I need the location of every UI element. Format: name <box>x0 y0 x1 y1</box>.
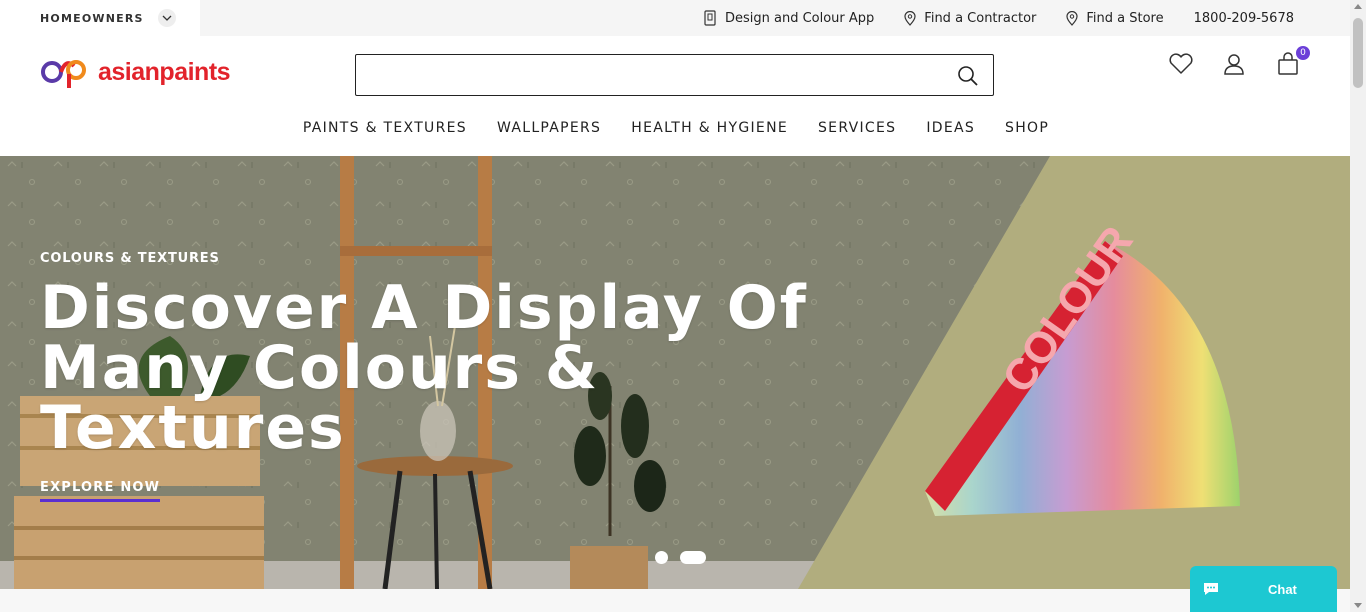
page-scrollbar[interactable] <box>1350 0 1366 612</box>
asianpaints-logo-mark-icon <box>41 60 86 88</box>
below-fold-section <box>0 589 1350 612</box>
cart-count-badge: 0 <box>1296 46 1310 60</box>
nav-ideas[interactable]: IDEAS <box>926 120 975 136</box>
hero-eyebrow: COLOURS & TEXTURES <box>40 251 220 266</box>
find-store-link[interactable]: Find a Store <box>1066 10 1164 26</box>
carousel-indicators <box>655 551 706 564</box>
search-input[interactable] <box>356 55 936 95</box>
nav-shop[interactable]: SHOP <box>1005 120 1049 136</box>
segment-label: HOMEOWNERS <box>40 11 144 25</box>
nav-health-hygiene[interactable]: HEALTH & HYGIENE <box>631 120 788 136</box>
user-account-icon[interactable] <box>1222 52 1248 78</box>
hero-banner: COLOUR COLOURS & TEXTURES Discover A Dis… <box>0 156 1350 589</box>
scroll-up-arrow-icon[interactable] <box>1354 4 1362 9</box>
find-contractor-link[interactable]: Find a Contractor <box>904 10 1037 26</box>
mobile-app-icon <box>704 10 716 26</box>
main-navigation: PAINTS & TEXTURES WALLPAPERS HEALTH & HY… <box>0 120 1350 136</box>
explore-now-link[interactable]: EXPLORE NOW <box>40 480 161 502</box>
chat-bubble-icon <box>1204 583 1218 595</box>
logo-wordmark: asianpaints <box>98 57 231 86</box>
phone-number: 1800-209-5678 <box>1193 10 1294 26</box>
utility-links: Design and Colour App Find a Contractor … <box>703 0 1294 36</box>
location-pin-icon <box>904 10 916 26</box>
cart-icon[interactable]: 0 <box>1276 46 1310 78</box>
hero-title: Discover A Display Of Many Colours & Tex… <box>40 273 808 463</box>
design-colour-app-link[interactable]: Design and Colour App <box>703 10 874 26</box>
chat-label: Chat <box>1268 581 1297 597</box>
design-colour-app-label: Design and Colour App <box>724 10 875 26</box>
carousel-dot[interactable] <box>655 551 668 564</box>
nav-paints-textures[interactable]: PAINTS & TEXTURES <box>303 120 467 136</box>
utility-bar: HOMEOWNERS Design and Colour App Find a … <box>0 0 1350 36</box>
hero-content: COLOURS & TEXTURES Discover A Display Of… <box>40 251 840 502</box>
search-bar[interactable] <box>355 54 994 96</box>
phone-number-link[interactable]: 1800-209-5678 <box>1194 11 1294 26</box>
nav-wallpapers[interactable]: WALLPAPERS <box>497 120 601 136</box>
site-header: asianpaints 0 PAINTS & TEXTURES WALLPAPE… <box>0 36 1350 156</box>
asianpaints-logo[interactable]: asianpaints <box>40 54 231 90</box>
header-actions: 0 <box>1168 46 1310 78</box>
nav-services[interactable]: SERVICES <box>818 120 896 136</box>
find-contractor-label: Find a Contractor <box>924 10 1037 26</box>
chevron-down-icon[interactable] <box>157 9 176 27</box>
chat-widget-button[interactable]: Chat <box>1190 566 1337 612</box>
wishlist-heart-icon[interactable] <box>1168 52 1194 78</box>
segment-selector[interactable]: HOMEOWNERS <box>0 0 200 36</box>
find-store-label: Find a Store <box>1086 10 1164 26</box>
location-pin-icon <box>1066 10 1078 26</box>
scroll-down-arrow-icon[interactable] <box>1354 603 1362 608</box>
carousel-dot-active[interactable] <box>680 551 706 564</box>
search-icon[interactable] <box>957 65 979 91</box>
scrollbar-thumb[interactable] <box>1353 18 1363 88</box>
